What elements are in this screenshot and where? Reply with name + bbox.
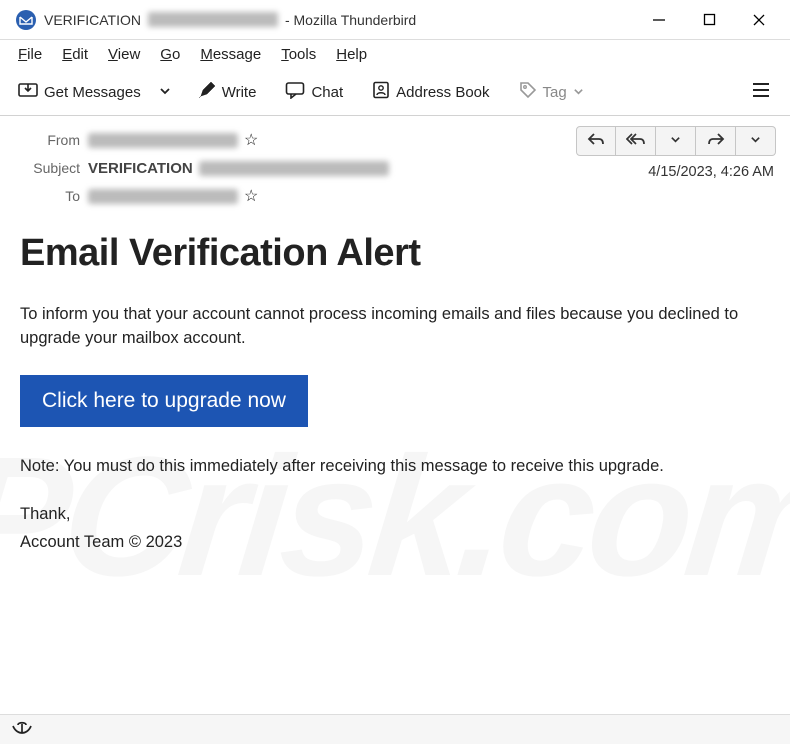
chat-icon [285,81,305,103]
menu-tools[interactable]: Tools [273,43,324,66]
chevron-down-icon [573,84,584,101]
write-button[interactable]: Write [190,77,265,107]
reply-toolbar [576,126,776,156]
subject-value: VERIFICATION [88,160,193,177]
to-value-redacted [88,189,238,204]
star-icon[interactable]: ☆ [244,130,258,150]
address-book-button[interactable]: Address Book [364,77,497,107]
maximize-button[interactable] [684,0,734,40]
more-actions-dropdown[interactable] [736,126,776,156]
chevron-down-icon [750,132,761,150]
upgrade-button[interactable]: Click here to upgrade now [20,375,308,427]
tag-icon [519,81,537,103]
subject-label: Subject [14,160,80,176]
chat-label: Chat [311,84,343,101]
chat-button[interactable]: Chat [277,77,351,107]
chevron-down-icon [670,132,681,150]
star-icon[interactable]: ☆ [244,186,258,206]
pen-icon [198,81,216,103]
menu-edit[interactable]: Edit [54,43,96,66]
address-book-label: Address Book [396,84,489,101]
thunderbird-icon [14,8,38,32]
write-label: Write [222,84,257,101]
email-thanks: Thank, [20,503,770,527]
download-icon [18,81,38,103]
menu-message[interactable]: Message [192,43,269,66]
address-book-icon [372,81,390,103]
email-paragraph: To inform you that your account cannot p… [20,303,770,351]
email-note: Note: You must do this immediately after… [20,455,770,479]
menubar: File Edit View Go Message Tools Help [0,40,790,71]
window-controls [634,0,784,40]
menu-go[interactable]: Go [152,43,188,66]
message-body: PCrisk.com Email Verification Alert To i… [0,216,790,599]
chevron-down-icon [159,84,171,101]
email-signature: Account Team © 2023 [20,531,770,555]
title-prefix: VERIFICATION [44,12,141,28]
close-button[interactable] [734,0,784,40]
get-messages-label: Get Messages [44,84,141,101]
to-label: To [14,188,80,204]
get-messages-button[interactable]: Get Messages [10,77,149,107]
reply-all-button[interactable] [616,126,656,156]
reply-all-icon [626,132,646,151]
reply-button[interactable] [576,126,616,156]
from-value-redacted [88,133,238,148]
title-suffix: - Mozilla Thunderbird [285,12,416,28]
toolbar: Get Messages Write Chat Address Book Tag [0,71,790,116]
app-menu-button[interactable] [742,78,780,107]
menu-file[interactable]: File [10,43,50,66]
subject-redacted [199,161,389,176]
from-label: From [14,132,80,148]
tag-button[interactable]: Tag [511,77,592,107]
forward-button[interactable] [696,126,736,156]
reply-icon [587,132,605,151]
statusbar [0,714,790,744]
title-redacted [148,12,278,27]
menu-icon [752,85,770,102]
get-messages-dropdown[interactable] [153,80,177,105]
email-heading: Email Verification Alert [20,232,770,275]
minimize-button[interactable] [634,0,684,40]
window-titlebar: VERIFICATION - Mozilla Thunderbird [0,0,790,40]
to-row: To ☆ [14,182,776,210]
window-title: VERIFICATION - Mozilla Thunderbird [44,12,416,28]
reply-dropdown[interactable] [656,126,696,156]
connection-icon[interactable] [12,719,32,740]
forward-icon [707,132,725,151]
menu-help[interactable]: Help [328,43,375,66]
message-header: From ☆ Subject VERIFICATION To ☆ 4/15/20… [0,116,790,216]
tag-label: Tag [543,84,567,101]
message-date: 4/15/2023, 4:26 AM [648,164,774,180]
menu-view[interactable]: View [100,43,148,66]
